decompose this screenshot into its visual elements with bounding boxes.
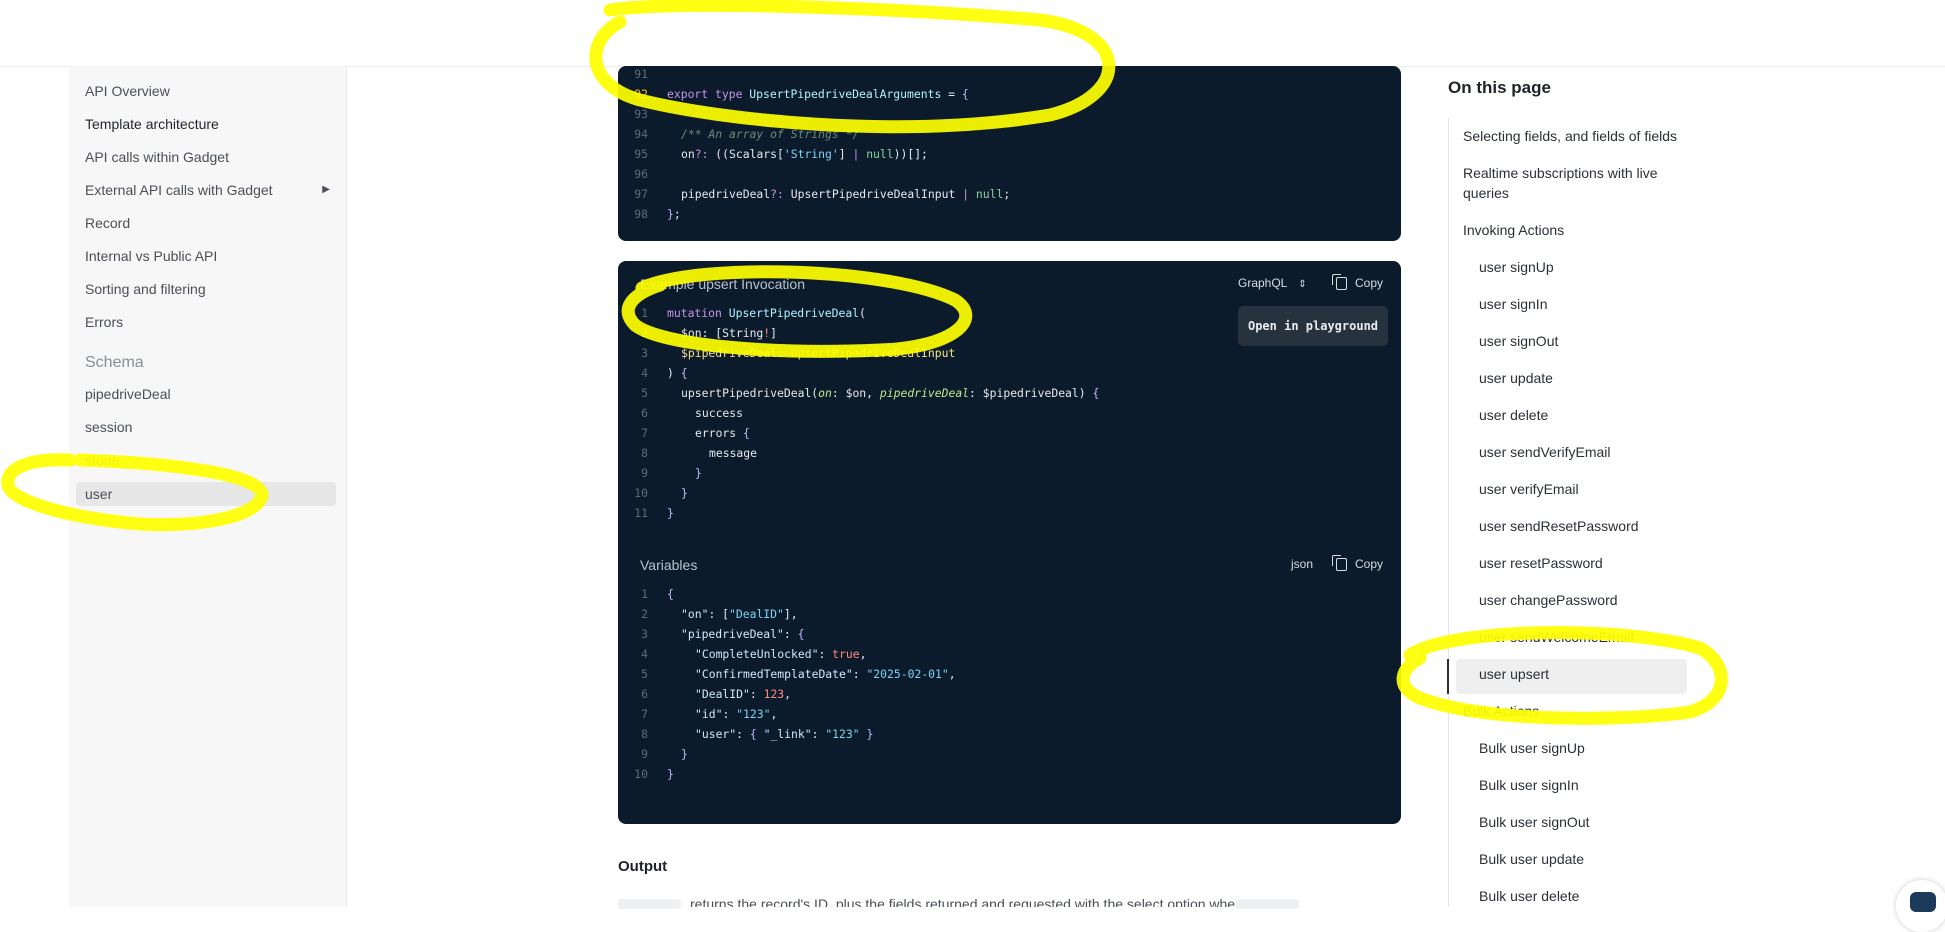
schema-heading: Schema bbox=[85, 354, 144, 371]
toc-item-bulk-user-delete[interactable]: Bulk user delete bbox=[1479, 886, 1579, 906]
open-in-playground-button[interactable]: Open in playground bbox=[1238, 306, 1388, 346]
top-bar bbox=[0, 0, 1945, 67]
chevron-right-icon[interactable]: ▶ bbox=[322, 184, 330, 195]
sidebar-item-api-calls-within-gadget[interactable]: API calls within Gadget bbox=[85, 149, 229, 165]
copy-variables-button[interactable]: Copy bbox=[1332, 554, 1383, 571]
toc-active-indicator bbox=[1447, 659, 1449, 694]
toc-item-realtime-subscriptions[interactable]: Realtime subscriptions with live queries bbox=[1463, 163, 1678, 203]
sidebar-item-api-overview[interactable]: API Overview bbox=[85, 83, 170, 99]
chat-icon bbox=[1910, 892, 1936, 912]
toc-item-user-signout[interactable]: user signOut bbox=[1479, 331, 1558, 351]
type-definition-code-block: 91 92 export type UpsertPipedriveDealArgu… bbox=[618, 66, 1401, 241]
inline-code-chip bbox=[618, 899, 681, 909]
toc-item-invoking-actions[interactable]: Invoking Actions bbox=[1463, 220, 1564, 240]
toc-item-bulk-actions[interactable]: Bulk Actions bbox=[1463, 701, 1539, 721]
sidebar-item-pipedrivedeal[interactable]: pipedriveDeal bbox=[85, 386, 171, 402]
variables-language-label: json bbox=[1291, 557, 1314, 571]
chevron-up-down-icon: ⇕ bbox=[1298, 279, 1307, 290]
output-heading: Output bbox=[618, 858, 668, 875]
toc-item-bulk-user-update[interactable]: Bulk user update bbox=[1479, 849, 1584, 869]
toc-item-user-signup[interactable]: user signUp bbox=[1479, 257, 1554, 277]
sidebar-item-template-architecture[interactable]: Template architecture bbox=[85, 116, 219, 132]
toc-item-user-sendwelcomeemail[interactable]: user sendWelcomeEmail bbox=[1479, 627, 1634, 647]
sidebar-item-sorting-filtering[interactable]: Sorting and filtering bbox=[85, 281, 206, 297]
copy-icon bbox=[1332, 273, 1347, 290]
copy-invocation-button[interactable]: Copy bbox=[1332, 273, 1383, 290]
sidebar-item-internal-vs-public[interactable]: Internal vs Public API bbox=[85, 248, 217, 264]
toc-item-user-sendverifyemail[interactable]: user sendVerifyEmail bbox=[1479, 442, 1611, 462]
variables-title: Variables bbox=[640, 557, 698, 573]
toc-item-user-signin[interactable]: user signIn bbox=[1479, 294, 1547, 314]
toc-title: On this page bbox=[1448, 78, 1551, 97]
toc-item-user-sendresetpassword[interactable]: user sendResetPassword bbox=[1479, 516, 1639, 536]
toc-item-bulk-user-signout[interactable]: Bulk user signOut bbox=[1479, 812, 1590, 832]
toc-item-selecting-fields[interactable]: Selecting fields, and fields of fields bbox=[1463, 126, 1677, 146]
toc-item-bulk-user-signin[interactable]: Bulk user signIn bbox=[1479, 775, 1579, 795]
toc-item-user-resetpassword[interactable]: user resetPassword bbox=[1479, 553, 1603, 573]
toc-item-bulk-user-signup[interactable]: Bulk user signUp bbox=[1479, 738, 1585, 758]
docs-sidebar: API Overview Template architecture API c… bbox=[69, 66, 347, 907]
copy-icon bbox=[1332, 554, 1347, 571]
sidebar-item-user[interactable]: user bbox=[76, 482, 336, 506]
sidebar-item-record[interactable]: Record bbox=[85, 215, 130, 231]
sidebar-item-session[interactable]: session bbox=[85, 419, 132, 435]
invocation-title: Example upsert Invocation bbox=[640, 276, 805, 292]
output-description: returns the record's ID, plus the fields… bbox=[690, 896, 1243, 907]
sidebar-item-external-api-calls[interactable]: External API calls with Gadget ▶ bbox=[85, 182, 330, 198]
invocation-code-block: Example upsert Invocation GraphQL ⇕ Copy… bbox=[618, 261, 1401, 824]
sidebar-item-errors[interactable]: Errors bbox=[85, 314, 123, 330]
language-selector[interactable]: GraphQL ⇕ bbox=[1238, 276, 1307, 290]
inline-code-chip bbox=[1236, 899, 1299, 909]
chat-launcher-button[interactable] bbox=[1896, 880, 1945, 932]
toc-rail bbox=[1448, 118, 1449, 907]
toc-item-user-changepassword[interactable]: user changePassword bbox=[1479, 590, 1618, 610]
toc-item-user-delete[interactable]: user delete bbox=[1479, 405, 1548, 425]
toc-item-user-upsert[interactable]: user upsert bbox=[1479, 664, 1549, 684]
sidebar-item-stone[interactable]: stone bbox=[85, 452, 119, 468]
toc-item-user-update[interactable]: user update bbox=[1479, 368, 1553, 388]
toc-item-user-verifyemail[interactable]: user verifyEmail bbox=[1479, 479, 1579, 499]
